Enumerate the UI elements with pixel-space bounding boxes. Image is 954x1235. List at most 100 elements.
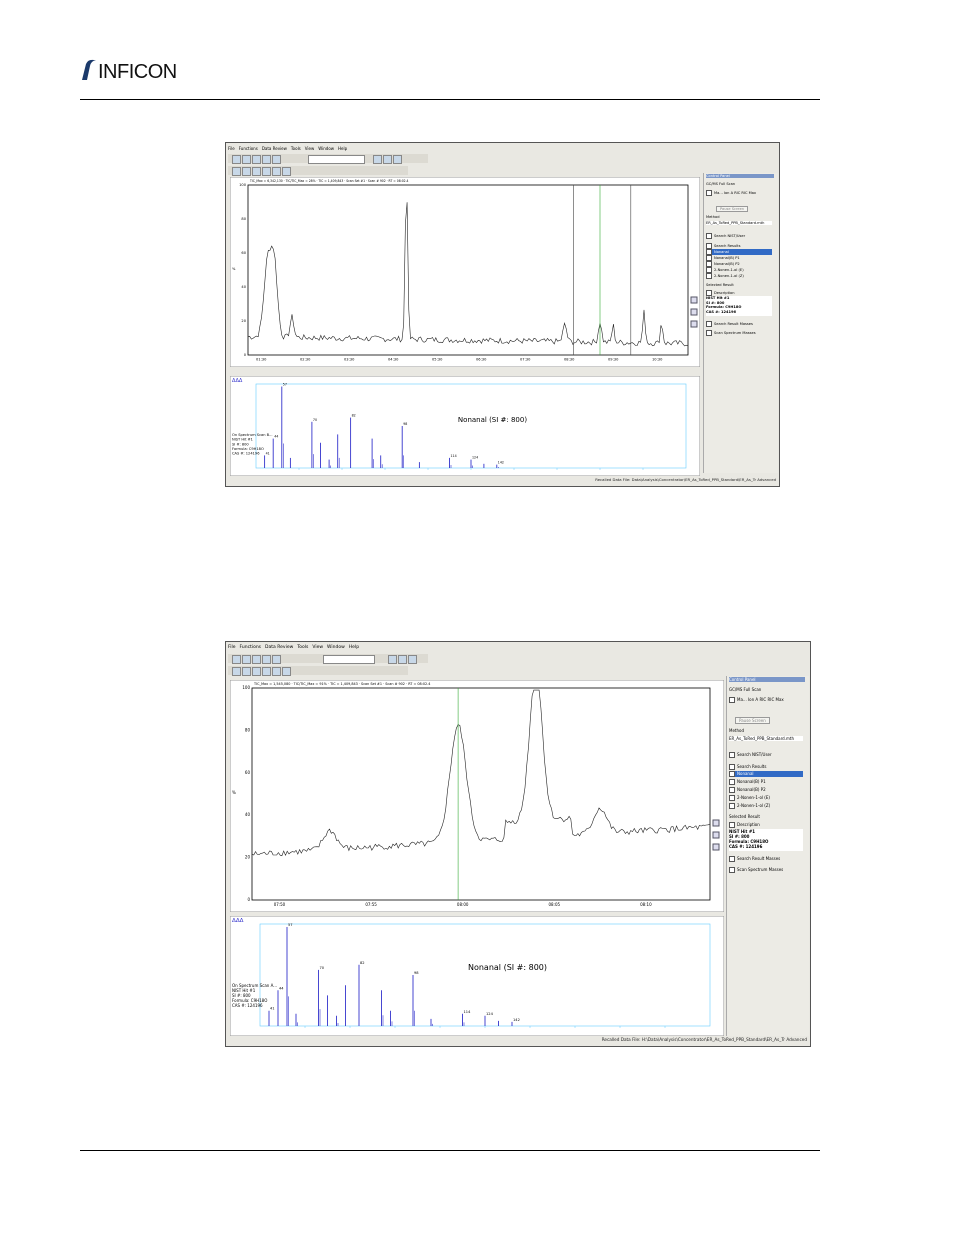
toolbar-2 [228,666,408,676]
peak-label: 70 [313,418,317,422]
logo-mark-icon [82,59,96,80]
peak-label: 142 [498,461,504,465]
menu-item[interactable]: File [228,645,236,650]
table-icon[interactable] [393,155,402,164]
description-checkbox[interactable]: Description [729,822,760,828]
grid-icon[interactable] [398,655,407,664]
chromatogram[interactable]: TIC_Max = 1,545,080 · TIC/TIC_Max = 91% … [230,680,724,912]
zoom-icon[interactable] [232,167,241,176]
grid-icon[interactable] [383,155,392,164]
integrate-icon[interactable] [272,667,281,676]
chrom-title: TIC_Max = 1,545,080 · TIC/TIC_Max = 91% … [253,682,430,686]
peak-label: 124 [486,1012,494,1016]
method-select[interactable] [323,655,375,664]
mass-spectrum[interactable]: Nonanal (SI #: 800)On Spectrum Scan A...… [230,916,724,1036]
menu-item[interactable]: View [312,645,323,650]
pause-screen-button[interactable]: Pause Screen [716,206,749,212]
toolbar-2 [228,166,408,176]
menu-item[interactable]: Tools [297,645,308,650]
help-icon[interactable] [272,655,281,664]
result-item[interactable]: 2-Nonen-1-ol (Z) [729,803,770,809]
zoom-button-icon [712,831,720,839]
peak-label: 114 [451,454,457,458]
chart-icon[interactable] [262,155,271,164]
method-field[interactable]: ER_As_ToRed_PPB_Standard.mth [706,221,772,225]
x-tick-label: 08:05 [549,902,561,907]
view-icon[interactable] [388,655,397,664]
menu-item[interactable]: Window [327,645,345,650]
menu-item[interactable]: Functions [240,645,262,650]
zoom-icon[interactable] [232,667,241,676]
print-icon[interactable] [252,155,261,164]
result-item[interactable]: Nonanal(B) P1 [729,779,766,785]
search-nist-checkbox[interactable]: Search NIST/User [729,752,772,758]
software-screenshot-2: File Functions Data Review Tools View Window H… [225,641,811,1047]
result-item[interactable]: Nonanal(B) P2 [729,787,766,793]
search-nist-checkbox[interactable]: Search NIST/User [706,233,745,239]
y-tick-label: 80 [245,727,251,732]
view-icon[interactable] [373,155,382,164]
x-tick-label: 07:55 [365,902,377,907]
cursor-icon[interactable] [252,167,261,176]
peak-label: 70 [320,966,325,970]
y-tick-label: 40 [241,285,246,289]
open-icon[interactable] [232,155,241,164]
spectrum-info-line: Formula: C9H18O [232,447,264,451]
library-icon[interactable] [282,167,291,176]
menu-item[interactable]: Tools [291,146,301,151]
header-rule [80,99,820,100]
pan-icon[interactable] [242,167,251,176]
menu-item[interactable]: Data Review [262,146,287,151]
spectrum-bg [230,916,724,1036]
spectrum-bg [230,376,700,476]
software-screenshot-1: File Functions Data Review Tools View Window H… [225,142,780,487]
control-panel: Control Panel GC/MS Full Scan Ma... Ion … [726,676,809,1036]
pan-icon[interactable] [242,667,251,676]
x-tick-label: 10:30 [652,358,663,362]
library-icon[interactable] [282,667,291,676]
integrate-icon[interactable] [272,167,281,176]
chart-icon[interactable] [262,655,271,664]
scan-spectrum-masses-checkbox[interactable]: Scan Spectrum Masses [729,867,783,873]
save-icon[interactable] [242,155,251,164]
open-icon[interactable] [232,655,241,664]
peak-icon[interactable] [262,167,271,176]
table-icon[interactable] [408,655,417,664]
menu-item[interactable]: Help [338,146,347,151]
ion-columns: Ma... Ion A RIC RIC Max [706,190,756,196]
method-label: Method [729,728,745,733]
spectrum-info-line: CAS #: 124196 [232,451,260,455]
pause-screen-button[interactable]: Pause Screen [735,717,770,724]
menu-bar: File Functions Data Review Tools View Window H… [228,645,363,652]
result-item[interactable]: 2-Nonen-1-ol (E) [729,795,770,801]
status-bar: Recalled Data File: H:\Data\Analysis\Con… [601,1037,807,1042]
search-result-masses-checkbox[interactable]: Search Result Masses [729,856,780,862]
search-result-masses-checkbox[interactable]: Search Result Masses [706,321,753,327]
scan-spectrum-masses-checkbox[interactable]: Scan Spectrum Masses [706,330,756,336]
menu-item[interactable]: File [228,146,235,151]
cursor-icon[interactable] [252,667,261,676]
method-select[interactable] [308,155,365,164]
mass-spectrum[interactable]: Nonanal (SI #: 800) On Spectrum Scan B...… [230,376,700,476]
result-item[interactable]: 2-Nonen-1-ol (Z) [706,273,744,279]
print-icon[interactable] [252,655,261,664]
menu-item[interactable]: Data Review [265,645,293,650]
zoom-button-icon [690,308,698,316]
save-icon[interactable] [242,655,251,664]
menu-item[interactable]: Help [349,645,359,650]
chrom-title: TIC_Max = 6,342,130 · TIC/TIC_Max = 28% … [249,179,409,183]
menu-item[interactable]: Window [318,146,334,151]
peak-label: 114 [464,1010,472,1014]
chromatogram[interactable]: TIC_Max = 6,342,130 · TIC/TIC_Max = 28% … [230,177,700,367]
help-icon[interactable] [272,155,281,164]
menu-item[interactable]: Functions [239,146,258,151]
spectrum-title: Nonanal (SI #: 800) [458,416,527,424]
x-tick-label: 05:30 [432,358,443,362]
x-tick-label: 01:30 [256,358,267,362]
peak-icon[interactable] [262,667,271,676]
result-item[interactable]: Nonanal [729,771,803,777]
method-field[interactable]: ER_As_ToRed_PPB_Standard.mth [729,736,803,741]
panel-title: Control Panel [706,174,774,178]
menu-item[interactable]: View [305,146,315,151]
peak-label: 98 [414,971,419,975]
